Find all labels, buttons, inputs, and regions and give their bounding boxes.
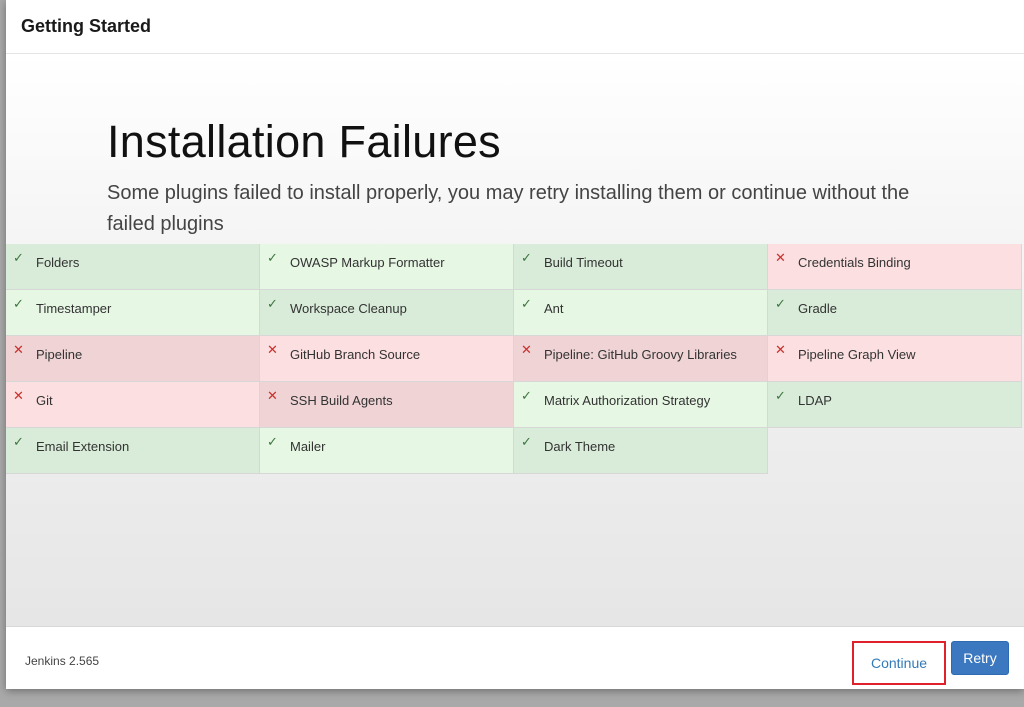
plugin-item: ✓ Build Timeout xyxy=(514,244,768,290)
retry-button[interactable]: Retry xyxy=(951,641,1009,675)
dialog-header: Getting Started xyxy=(6,0,1024,54)
plugin-item: ✕ Pipeline xyxy=(6,336,260,382)
checkmark-icon: ✓ xyxy=(775,296,786,311)
dialog-footer: Jenkins 2.565 Continue Retry xyxy=(6,626,1024,689)
setup-dialog: Getting Started Installation Failures So… xyxy=(6,0,1024,689)
checkmark-icon: ✓ xyxy=(13,434,24,449)
plugin-name: SSH Build Agents xyxy=(290,393,393,408)
plugin-item: ✓ Timestamper xyxy=(6,290,260,336)
plugin-name: LDAP xyxy=(798,393,832,408)
plugin-name: Workspace Cleanup xyxy=(290,301,407,316)
checkmark-icon: ✓ xyxy=(521,250,532,265)
checkmark-icon: ✓ xyxy=(267,296,278,311)
plugin-item: ✕ Pipeline: GitHub Groovy Libraries xyxy=(514,336,768,382)
plugin-name: Folders xyxy=(36,255,80,270)
plugin-name: Email Extension xyxy=(36,439,130,454)
plugin-item: ✓ Workspace Cleanup xyxy=(260,290,514,336)
plugin-name: Timestamper xyxy=(36,301,112,316)
cross-icon: ✕ xyxy=(775,250,786,265)
plugin-name: Dark Theme xyxy=(544,439,616,454)
checkmark-icon: ✓ xyxy=(521,434,532,449)
checkmark-icon: ✓ xyxy=(267,250,278,265)
plugin-name: Ant xyxy=(544,301,564,316)
plugin-item: ✕ Credentials Binding xyxy=(768,244,1022,290)
plugin-item: ✓ Gradle xyxy=(768,290,1022,336)
checkmark-icon: ✓ xyxy=(13,250,24,265)
plugin-item: ✓ Matrix Authorization Strategy xyxy=(514,382,768,428)
continue-button[interactable]: Continue xyxy=(852,641,946,685)
checkmark-icon: ✓ xyxy=(775,388,786,403)
cross-icon: ✕ xyxy=(13,388,24,403)
plugin-item: ✓ Email Extension xyxy=(6,428,260,474)
plugin-name: Build Timeout xyxy=(544,255,623,270)
plugin-item: ✓ Mailer xyxy=(260,428,514,474)
plugin-name: Credentials Binding xyxy=(798,255,911,270)
dialog-body[interactable]: Installation Failures Some plugins faile… xyxy=(6,54,1024,626)
checkmark-icon: ✓ xyxy=(267,434,278,449)
checkmark-icon: ✓ xyxy=(521,388,532,403)
plugin-name: Pipeline xyxy=(36,347,83,362)
plugin-name: Gradle xyxy=(798,301,838,316)
plugin-item: ✕ Pipeline Graph View xyxy=(768,336,1022,382)
plugin-item: ✓ Dark Theme xyxy=(514,428,768,474)
cross-icon: ✕ xyxy=(775,342,786,357)
cross-icon: ✕ xyxy=(267,342,278,357)
dialog-title: Getting Started xyxy=(21,16,152,36)
cross-icon: ✕ xyxy=(13,342,24,357)
checkmark-icon: ✓ xyxy=(13,296,24,311)
page-subtitle: Some plugins failed to install properly,… xyxy=(107,182,910,235)
version-label: Jenkins 2.565 xyxy=(25,654,100,668)
plugin-name: Git xyxy=(36,393,53,408)
plugin-item: ✓ Ant xyxy=(514,290,768,336)
plugin-item: ✓ OWASP Markup Formatter xyxy=(260,244,514,290)
plugin-item: ✕ GitHub Branch Source xyxy=(260,336,514,382)
plugin-name: GitHub Branch Source xyxy=(290,347,421,362)
plugin-item: ✓ Folders xyxy=(6,244,260,290)
page-title: Installation Failures xyxy=(107,116,501,167)
plugin-name: Mailer xyxy=(290,439,326,454)
checkmark-icon: ✓ xyxy=(521,296,532,311)
plugin-item: ✕ SSH Build Agents xyxy=(260,382,514,428)
cross-icon: ✕ xyxy=(267,388,278,403)
plugin-name: Pipeline Graph View xyxy=(798,347,916,362)
plugin-name: Pipeline: GitHub Groovy Libraries xyxy=(544,347,737,362)
plugin-item: ✕ Git xyxy=(6,382,260,428)
plugin-name: Matrix Authorization Strategy xyxy=(544,393,711,408)
plugin-name: OWASP Markup Formatter xyxy=(290,255,445,270)
plugin-item: ✓ LDAP xyxy=(768,382,1022,428)
cross-icon: ✕ xyxy=(521,342,532,357)
